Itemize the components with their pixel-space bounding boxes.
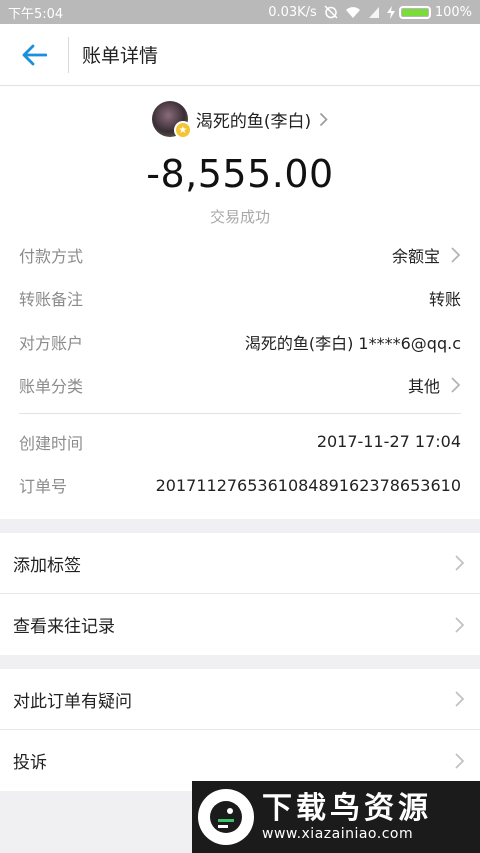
- detail-row[interactable]: 付款方式 余额宝: [19, 233, 461, 277]
- details-group-1: 付款方式 余额宝转账备注 转账对方账户 渴死的鱼(李白) 1****6@qq.c 账单分…: [19, 233, 461, 407]
- app-header: 账单详情: [0, 24, 480, 86]
- chevron-right-icon: [455, 752, 465, 769]
- action-label: 对此订单有疑问: [13, 691, 132, 712]
- arrow-left-icon: [22, 44, 47, 65]
- detail-label: 账单分类: [19, 377, 84, 397]
- signal-icon: [368, 6, 379, 18]
- wifi-icon: [345, 6, 360, 18]
- network-speed: 0.03K/s: [268, 4, 317, 20]
- status-bar: 下午5:04 0.03K/s 100%: [0, 0, 480, 24]
- detail-value: 2017-11-27 17:04: [316, 432, 461, 452]
- details-group-2: 创建时间 2017-11-27 17:04 订单号 20171127653610848…: [19, 420, 461, 507]
- chevron-right-icon: [451, 247, 461, 263]
- watermark-title: 下载鸟资源: [262, 791, 432, 826]
- divider: [19, 413, 461, 414]
- watermark-logo-icon: [198, 789, 254, 845]
- header-divider: [68, 36, 69, 73]
- action-label: 添加标签: [13, 555, 81, 576]
- detail-label: 创建时间: [19, 433, 84, 453]
- action-list-1: 添加标签查看来往记录: [0, 533, 480, 655]
- detail-value-wrap: 其他: [408, 373, 461, 397]
- badge-icon: ★: [173, 121, 192, 139]
- transaction-summary: ★ 渴死的鱼(李白) -8,555.00 交易成功: [0, 86, 480, 226]
- detail-label: 对方账户: [19, 333, 84, 353]
- watermark-banner: 下载鸟资源 www.xiazainiao.com: [192, 781, 480, 853]
- detail-value-wrap: 转账: [429, 286, 461, 310]
- detail-value: 20171127653610848916237865361​0: [155, 475, 461, 495]
- detail-row[interactable]: 账单分类 其他: [19, 364, 461, 408]
- detail-value: 转账: [428, 290, 461, 310]
- battery-icon: [398, 5, 431, 19]
- chevron-right-icon: [455, 555, 465, 571]
- chevron-right-icon: [455, 691, 465, 707]
- chevron-right-icon: [451, 377, 461, 393]
- back-button[interactable]: [0, 24, 68, 86]
- avatar: ★: [151, 101, 192, 139]
- payee-link[interactable]: ★ 渴死的鱼(李白): [0, 100, 480, 139]
- detail-label: 付款方式: [19, 246, 84, 266]
- detail-row: 订单号 20171127653610848916237865361​0: [19, 464, 461, 508]
- detail-value-wrap: 余额宝: [392, 243, 461, 267]
- action-item[interactable]: 对此订单有疑问: [0, 669, 480, 730]
- action-list-2: 对此订单有疑问 投诉: [0, 669, 480, 791]
- watermark-text: 下载鸟资源 www.xiazainiao.com: [262, 791, 432, 843]
- transaction-amount: -8,555.00: [146, 152, 334, 196]
- detail-value: 余额宝: [391, 246, 440, 266]
- chevron-right-icon: [320, 112, 328, 126]
- bird-icon: [210, 801, 242, 833]
- detail-value-wrap: 渴死的鱼(李白) 1****6@qq.c: [245, 330, 461, 354]
- detail-row: 对方账户 渴死的鱼(李白) 1****6@qq.c: [19, 320, 461, 364]
- battery-indicator: 100%: [386, 4, 472, 20]
- detail-label: 转账备注: [19, 290, 84, 310]
- action-item[interactable]: 添加标签: [0, 533, 480, 594]
- detail-value: 其他: [407, 377, 440, 397]
- detail-label: 订单号: [19, 477, 68, 497]
- detail-row: 创建时间 2017-11-27 17:04: [19, 420, 461, 464]
- detail-value-wrap: 2017-11-27 17:04: [317, 432, 461, 451]
- watermark-url: www.xiazainiao.com: [262, 826, 414, 842]
- detail-value-wrap: 20171127653610848916237865361​0: [156, 476, 461, 495]
- action-label: 查看来往记录: [13, 617, 115, 637]
- chevron-right-icon: [455, 616, 465, 633]
- payee-name: 渴死的鱼(李白): [195, 111, 312, 132]
- page-title: 账单详情: [82, 45, 159, 67]
- alarm-off-icon: [324, 5, 338, 19]
- action-label: 投诉: [13, 753, 47, 773]
- battery-percent: 100%: [434, 4, 472, 20]
- detail-row: 转账备注 转账: [19, 277, 461, 321]
- battery-fill: [401, 8, 428, 16]
- status-time: 下午5:04: [8, 6, 64, 22]
- action-item[interactable]: 查看来往记录: [0, 594, 480, 655]
- detail-value: 渴死的鱼(李白) 1****6@qq.c: [244, 333, 461, 353]
- transaction-details: 付款方式 余额宝转账备注 转账对方账户 渴死的鱼(李白) 1****6@qq.c 账单分…: [0, 223, 480, 519]
- status-icons: 0.03K/s 100%: [268, 5, 472, 20]
- charging-icon: [386, 5, 395, 19]
